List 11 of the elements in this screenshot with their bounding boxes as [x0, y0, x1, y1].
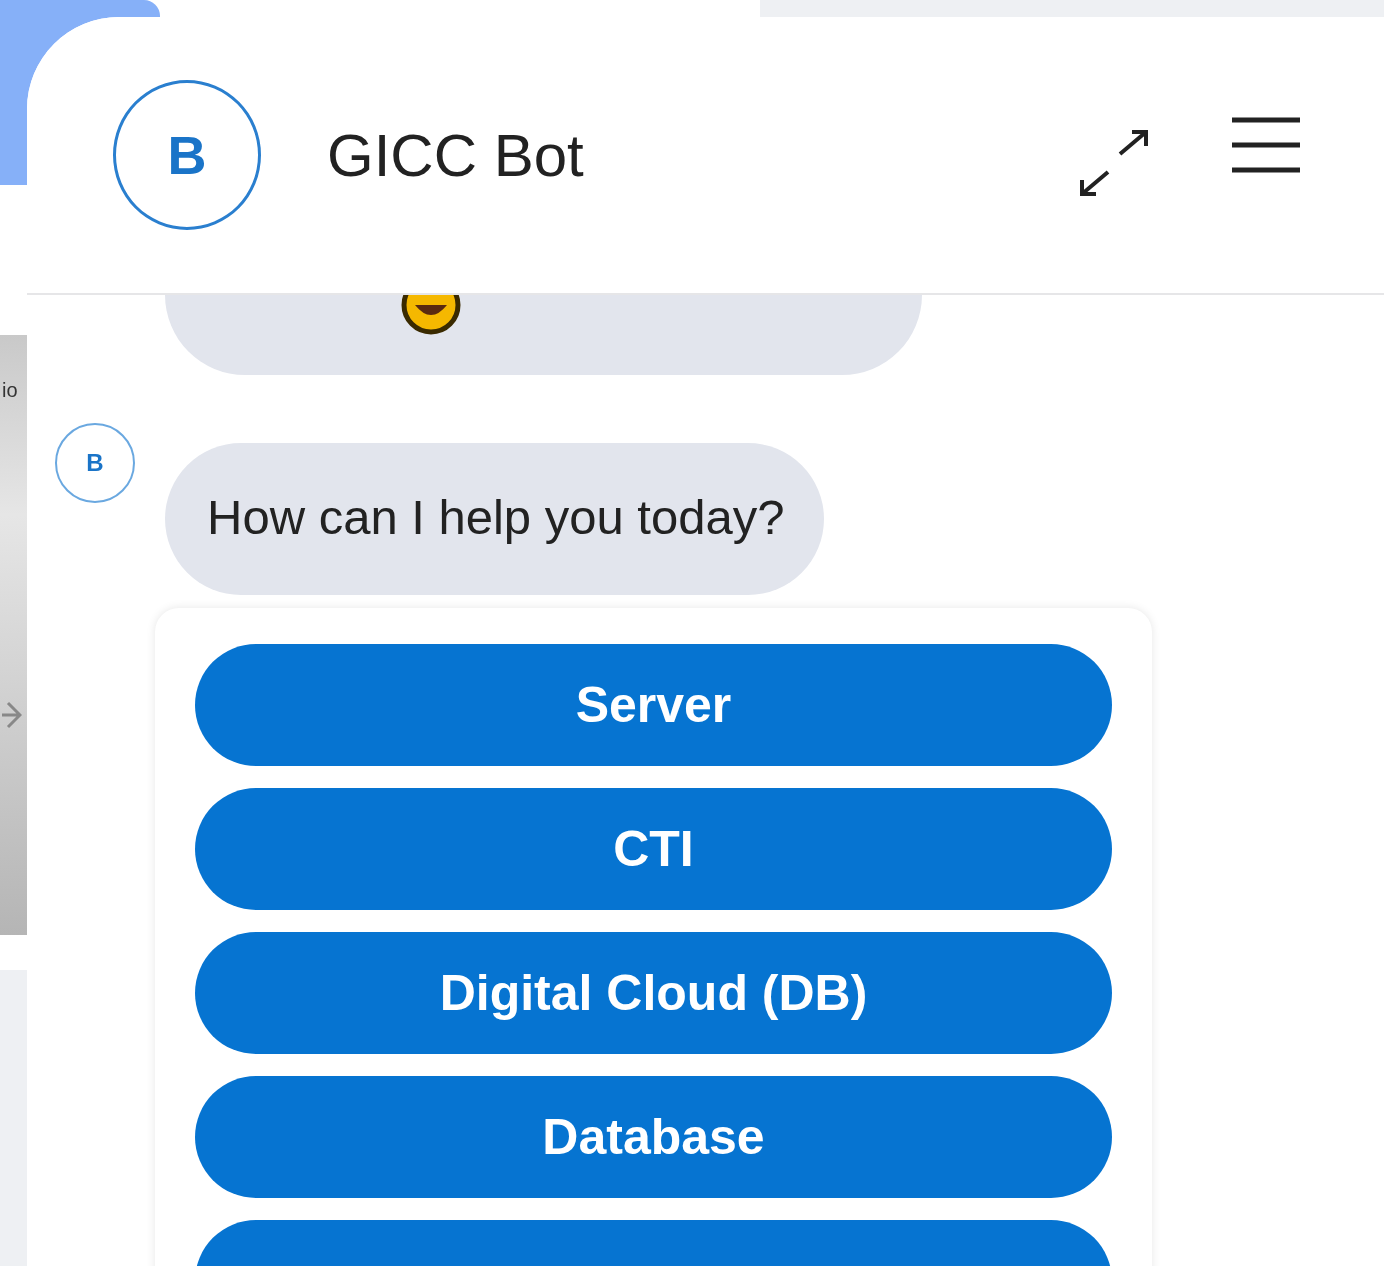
bot-avatar: B [55, 423, 135, 503]
message-bubble: How can I help you today? [165, 443, 825, 595]
option-button[interactable]: Digital Cloud (DB) [195, 932, 1112, 1054]
chat-title: GICC Bot [327, 120, 584, 190]
option-button[interactable]: Database [195, 1076, 1112, 1198]
option-button[interactable]: CTI [195, 788, 1112, 910]
option-button[interactable]: Server [195, 644, 1112, 766]
side-label: io [2, 379, 18, 402]
bot-avatar: B [113, 80, 261, 230]
menu-icon[interactable] [1232, 117, 1300, 173]
expand-icon[interactable] [1080, 130, 1148, 196]
